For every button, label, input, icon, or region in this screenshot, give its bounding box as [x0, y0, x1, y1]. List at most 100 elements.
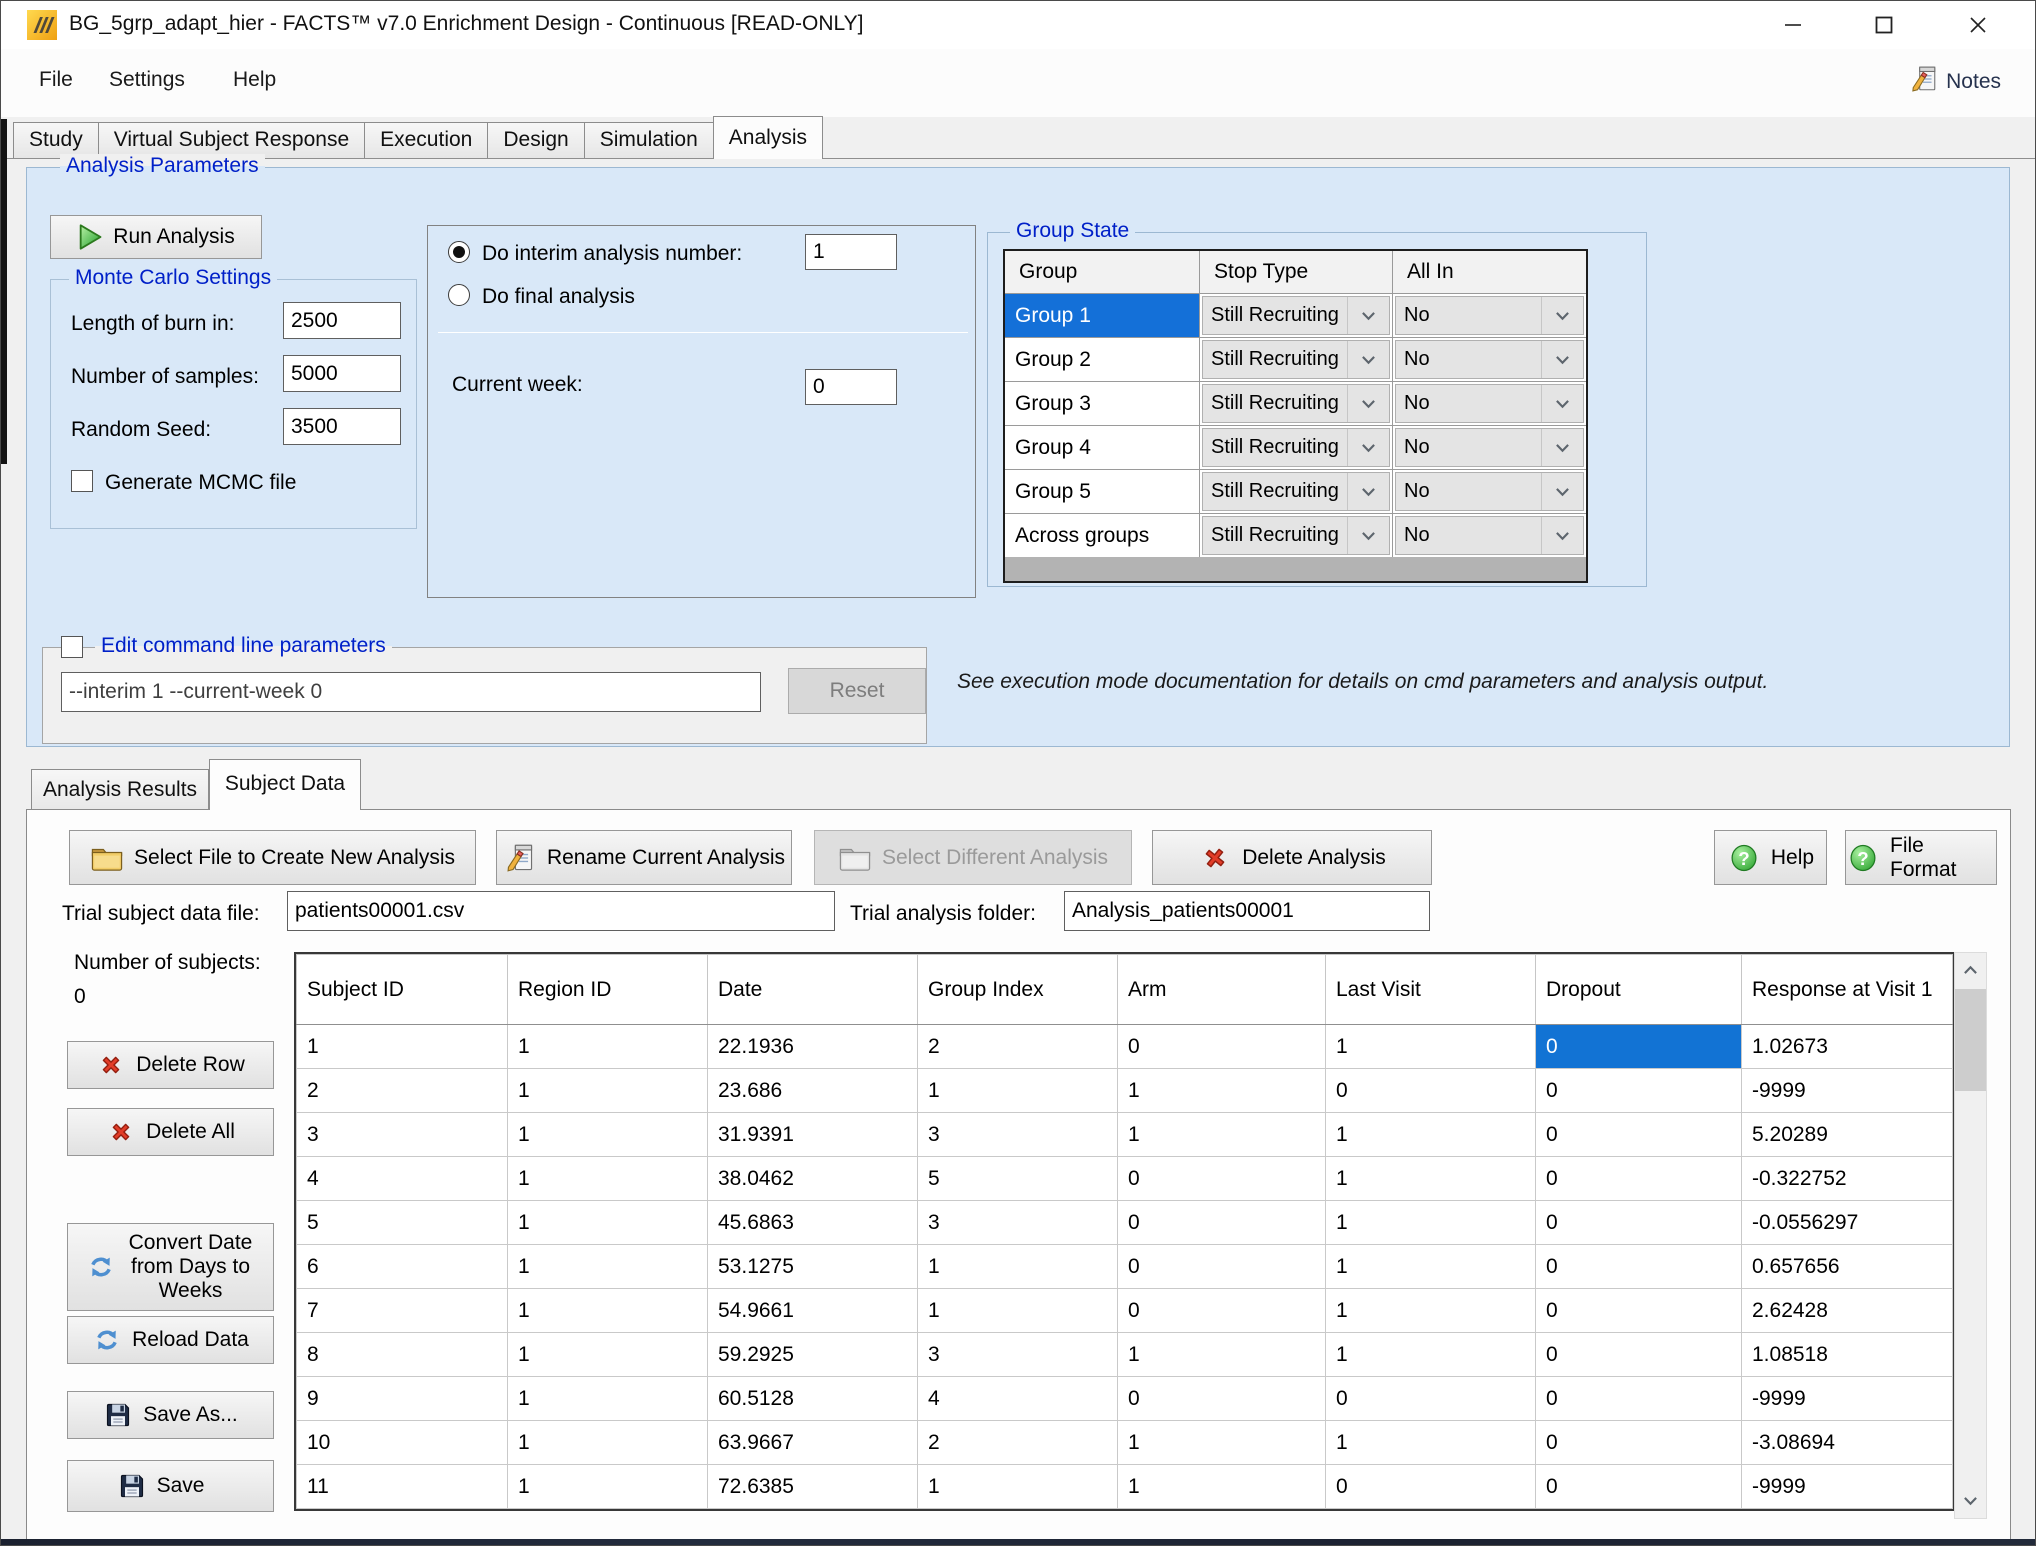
table-cell[interactable]: -9999: [1742, 1465, 1953, 1509]
table-cell[interactable]: 5.20289: [1742, 1113, 1953, 1157]
table-cell[interactable]: 0: [1536, 1377, 1742, 1421]
table-cell[interactable]: 1: [1326, 1113, 1536, 1157]
table-cell[interactable]: 31.9391: [708, 1113, 918, 1157]
stop-type-dropdown[interactable]: Still Recruiting: [1202, 384, 1390, 423]
table-cell[interactable]: 1: [297, 1025, 508, 1069]
table-cell[interactable]: 0: [1118, 1377, 1326, 1421]
rename-analysis-button[interactable]: Rename Current Analysis: [496, 830, 792, 885]
chevron-down-icon[interactable]: [1347, 517, 1389, 554]
scrollbar-thumb[interactable]: [1955, 989, 1986, 1091]
column-header[interactable]: Last Visit: [1326, 955, 1536, 1025]
tab-study[interactable]: Study: [13, 122, 99, 158]
table-cell[interactable]: 4: [297, 1157, 508, 1201]
stop-type-dropdown[interactable]: Still Recruiting: [1202, 340, 1390, 379]
close-button[interactable]: [1946, 1, 2010, 49]
table-cell[interactable]: 1.08518: [1742, 1333, 1953, 1377]
table-cell[interactable]: 0.657656: [1742, 1245, 1953, 1289]
table-cell[interactable]: 0: [1118, 1025, 1326, 1069]
table-cell[interactable]: 53.1275: [708, 1245, 918, 1289]
table-cell[interactable]: 1: [918, 1069, 1118, 1113]
group-cell[interactable]: Group 3: [1005, 382, 1200, 425]
scroll-up-button[interactable]: [1955, 953, 1986, 987]
table-cell[interactable]: 0: [1118, 1245, 1326, 1289]
table-cell[interactable]: 1: [1326, 1201, 1536, 1245]
table-cell[interactable]: 1: [918, 1465, 1118, 1509]
table-cell[interactable]: 0: [1536, 1465, 1742, 1509]
generate-mcmc-checkbox[interactable]: [71, 470, 93, 492]
all-in-dropdown[interactable]: No: [1395, 384, 1584, 423]
stop-type-dropdown[interactable]: Still Recruiting: [1202, 516, 1390, 555]
all-in-dropdown[interactable]: No: [1395, 472, 1584, 511]
table-cell[interactable]: 8: [297, 1333, 508, 1377]
table-cell[interactable]: 0: [1326, 1465, 1536, 1509]
table-cell[interactable]: 6: [297, 1245, 508, 1289]
table-cell[interactable]: 0: [1536, 1113, 1742, 1157]
chevron-down-icon[interactable]: [1541, 473, 1583, 510]
table-cell[interactable]: 72.6385: [708, 1465, 918, 1509]
do-interim-radio[interactable]: [448, 241, 470, 263]
table-cell[interactable]: 2: [297, 1069, 508, 1113]
convert-date-button[interactable]: Convert Date from Days to Weeks: [67, 1223, 274, 1311]
chevron-down-icon[interactable]: [1541, 517, 1583, 554]
table-cell[interactable]: 2: [918, 1025, 1118, 1069]
table-cell[interactable]: 0: [1536, 1289, 1742, 1333]
column-header[interactable]: Date: [708, 955, 918, 1025]
table-cell[interactable]: 0: [1536, 1333, 1742, 1377]
table-cell[interactable]: 0: [1536, 1421, 1742, 1465]
stop-type-dropdown[interactable]: Still Recruiting: [1202, 472, 1390, 511]
trial-file-input[interactable]: [287, 891, 835, 931]
group-cell[interactable]: Group 2: [1005, 338, 1200, 381]
cmd-params-input[interactable]: [61, 672, 761, 712]
notes-button[interactable]: Notes: [1910, 65, 2001, 99]
chevron-down-icon[interactable]: [1541, 429, 1583, 466]
scroll-down-button[interactable]: [1955, 1484, 1986, 1518]
table-cell[interactable]: 4: [918, 1377, 1118, 1421]
delete-analysis-button[interactable]: Delete Analysis: [1152, 830, 1432, 885]
table-cell[interactable]: 1: [508, 1289, 708, 1333]
chevron-down-icon[interactable]: [1347, 341, 1389, 378]
edit-cmd-checkbox[interactable]: [61, 636, 83, 658]
table-cell[interactable]: 3: [918, 1113, 1118, 1157]
table-cell[interactable]: 5: [297, 1201, 508, 1245]
table-cell[interactable]: 0: [1536, 1069, 1742, 1113]
file-format-button[interactable]: ? File Format: [1845, 830, 1997, 885]
table-cell[interactable]: 0: [1536, 1025, 1742, 1069]
table-cell[interactable]: 2: [918, 1421, 1118, 1465]
tab-analysis-results[interactable]: Analysis Results: [31, 769, 209, 809]
table-cell[interactable]: 3: [297, 1113, 508, 1157]
mc-field-input[interactable]: [283, 302, 401, 339]
current-week-input[interactable]: [805, 369, 897, 405]
delete-all-button[interactable]: Delete All: [67, 1108, 274, 1156]
all-in-dropdown[interactable]: No: [1395, 296, 1584, 335]
menu-file[interactable]: File: [39, 68, 73, 92]
save-as-button[interactable]: Save As...: [67, 1391, 274, 1439]
table-cell[interactable]: 1: [508, 1377, 708, 1421]
chevron-down-icon[interactable]: [1347, 429, 1389, 466]
group-cell[interactable]: Group 5: [1005, 470, 1200, 513]
reload-data-button[interactable]: Reload Data: [67, 1316, 274, 1364]
delete-row-button[interactable]: Delete Row: [67, 1041, 274, 1089]
table-cell[interactable]: 38.0462: [708, 1157, 918, 1201]
menu-settings[interactable]: Settings: [109, 68, 185, 92]
table-cell[interactable]: 1: [508, 1069, 708, 1113]
chevron-down-icon[interactable]: [1347, 473, 1389, 510]
table-cell[interactable]: 3: [918, 1333, 1118, 1377]
table-cell[interactable]: 0: [1118, 1157, 1326, 1201]
table-cell[interactable]: 0: [1536, 1157, 1742, 1201]
tab-analysis[interactable]: Analysis: [713, 116, 823, 159]
table-cell[interactable]: 0: [1118, 1201, 1326, 1245]
table-cell[interactable]: 1: [508, 1025, 708, 1069]
reset-button[interactable]: Reset: [788, 668, 926, 714]
column-header[interactable]: Group Index: [918, 955, 1118, 1025]
table-cell[interactable]: 1: [918, 1245, 1118, 1289]
table-cell[interactable]: 10: [297, 1421, 508, 1465]
stop-type-dropdown[interactable]: Still Recruiting: [1202, 428, 1390, 467]
table-cell[interactable]: 11: [297, 1465, 508, 1509]
table-cell[interactable]: 63.9667: [708, 1421, 918, 1465]
tab-design[interactable]: Design: [487, 122, 584, 158]
all-in-dropdown[interactable]: No: [1395, 516, 1584, 555]
interim-number-input[interactable]: [805, 234, 897, 270]
table-cell[interactable]: 1: [508, 1113, 708, 1157]
mc-field-input[interactable]: [283, 408, 401, 445]
table-cell[interactable]: 59.2925: [708, 1333, 918, 1377]
